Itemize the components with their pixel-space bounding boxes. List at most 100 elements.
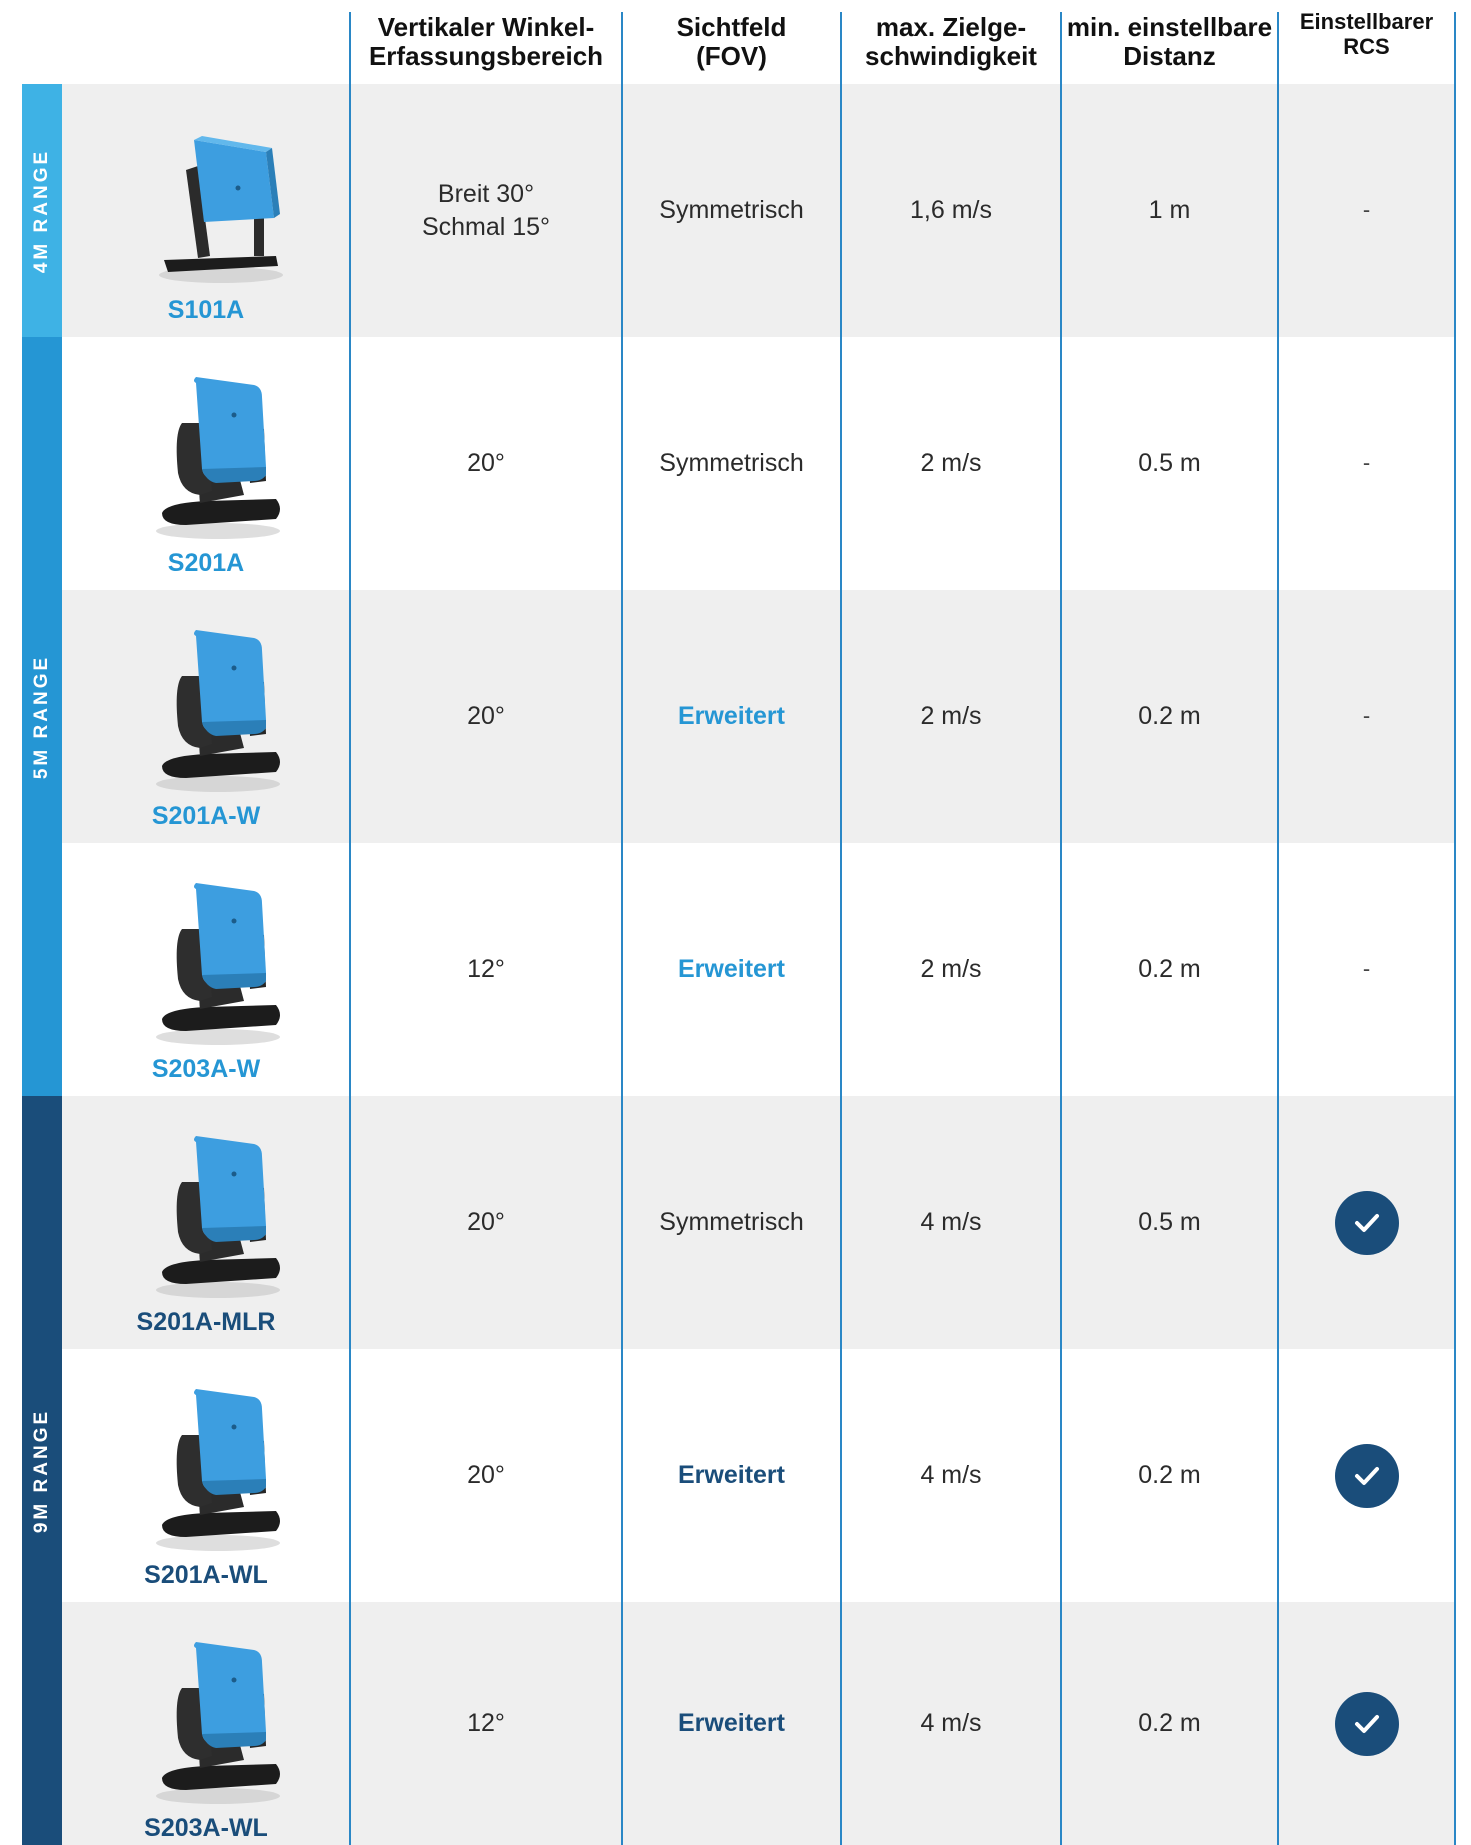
product-cell: S203A-WL	[62, 1602, 350, 1845]
column-divider	[1060, 12, 1062, 1845]
max-speed-cell: 4 m/s	[841, 1602, 1061, 1845]
model-name: S101A	[167, 296, 245, 324]
product-cell: S201A	[62, 337, 350, 590]
max-speed-cell: 4 m/s	[841, 1349, 1061, 1602]
vertical-angle-cell: 20°	[350, 590, 622, 843]
sensor-illustration	[126, 1375, 286, 1555]
rcs-check-icon	[1334, 1691, 1399, 1756]
vertical-angle-value: 20°	[467, 702, 505, 731]
min-distance-value: 0.2 m	[1138, 955, 1201, 984]
vertical-angle-cell: 20°	[350, 337, 622, 590]
vertical-angle-value: 20°	[467, 449, 505, 478]
table-row: S101A Breit 30° Schmal 15° Symmetrisch 1,6 m…	[62, 84, 1455, 337]
fov-cell: Erweitert	[622, 1602, 841, 1845]
sensor-illustration	[126, 1628, 286, 1808]
rcs-check-icon	[1334, 1443, 1399, 1508]
model-name: S201A-W	[151, 802, 261, 830]
min-distance-value: 1 m	[1148, 196, 1191, 225]
sensor-image	[156, 630, 280, 792]
fov-value: Symmetrisch	[659, 196, 804, 225]
range-group-label: 5M RANGE	[31, 654, 53, 779]
column-divider	[349, 12, 351, 1845]
fov-value: Erweitert	[678, 1709, 785, 1738]
sensor-image	[156, 883, 280, 1045]
vertical-angle-cell: Breit 30° Schmal 15°	[350, 84, 622, 337]
vertical-angle-cell: 20°	[350, 1349, 622, 1602]
product-cell: S101A	[62, 84, 350, 337]
fov-cell: Symmetrisch	[622, 84, 841, 337]
rcs-value: -	[1362, 450, 1371, 476]
max-speed-value: 4 m/s	[920, 1208, 982, 1237]
sensor-image	[156, 1389, 280, 1551]
max-speed-value: 2 m/s	[920, 702, 982, 731]
table-row: S201A-MLR 20° Symmetrisch 4 m/s 0.5 m	[62, 1096, 1455, 1349]
product-cell: S201A-WL	[62, 1349, 350, 1602]
max-speed-cell: 2 m/s	[841, 843, 1061, 1096]
header-fov: Sichtfeld (FOV)	[676, 11, 787, 71]
max-speed-cell: 2 m/s	[841, 337, 1061, 590]
model-name: S201A	[167, 549, 245, 577]
rcs-cell	[1278, 1096, 1455, 1349]
sensor-image	[156, 1642, 280, 1804]
sensor-s101a-image	[159, 136, 283, 283]
column-divider	[1454, 12, 1456, 1845]
model-name: S203A-WL	[144, 1814, 268, 1842]
max-speed-value: 1,6 m/s	[910, 196, 992, 225]
rcs-check-icon	[1334, 1190, 1399, 1255]
table-row: S201A 20° Symmetrisch 2 m/s 0.5 m -	[62, 337, 1455, 590]
min-distance-value: 0.2 m	[1138, 1709, 1201, 1738]
header-min-distance: min. einstellbare Distanz	[1066, 11, 1273, 71]
vertical-angle-value: 20°	[467, 1461, 505, 1490]
vertical-angle-value: Breit 30°	[437, 180, 535, 208]
fov-value: Erweitert	[678, 702, 785, 731]
product-cell: S201A-MLR	[62, 1096, 350, 1349]
min-distance-cell: 0.2 m	[1061, 1349, 1278, 1602]
min-distance-value: 0.5 m	[1138, 1208, 1201, 1237]
range-group-band: 4M RANGE	[22, 84, 62, 337]
vertical-angle-value: Schmal 15°	[421, 212, 551, 241]
fov-cell: Symmetrisch	[622, 1096, 841, 1349]
vertical-angle-value: 20°	[467, 1208, 505, 1237]
max-speed-value: 2 m/s	[920, 449, 982, 478]
table-row: S201A-W 20° Erweitert 2 m/s 0.2 m -	[62, 590, 1455, 843]
vertical-angle-cell: 12°	[350, 1602, 622, 1845]
min-distance-cell: 1 m	[1061, 84, 1278, 337]
min-distance-value: 0.2 m	[1138, 1461, 1201, 1490]
vertical-angle-cell: 12°	[350, 843, 622, 1096]
max-speed-cell: 1,6 m/s	[841, 84, 1061, 337]
header-rcs: Einstellbarer RCS	[1299, 9, 1434, 59]
vertical-angle-value: 12°	[467, 955, 505, 984]
max-speed-value: 4 m/s	[920, 1461, 982, 1490]
sensor-image	[156, 377, 280, 539]
range-group-label: 9M RANGE	[31, 1408, 53, 1533]
max-speed-cell: 4 m/s	[841, 1096, 1061, 1349]
vertical-angle-cell: 20°	[350, 1096, 622, 1349]
sensor-illustration	[126, 110, 286, 290]
sensor-illustration	[126, 1122, 286, 1302]
range-group-band: 9M RANGE	[22, 1096, 62, 1845]
sensor-illustration	[126, 616, 286, 796]
header-vertical-angle: Vertikaler Winkel- Erfassungsbereich	[368, 11, 604, 71]
header-max-speed: max. Zielge-schwindigkeit	[865, 11, 1037, 71]
rcs-value: -	[1362, 956, 1371, 982]
sensor-illustration	[126, 363, 286, 543]
min-distance-cell: 0.5 m	[1061, 337, 1278, 590]
max-speed-cell: 2 m/s	[841, 590, 1061, 843]
vertical-angle-value: 12°	[467, 1709, 505, 1738]
fov-value: Erweitert	[678, 955, 785, 984]
rcs-cell	[1278, 1349, 1455, 1602]
model-name: S203A-W	[151, 1055, 261, 1083]
rcs-value: -	[1362, 703, 1371, 729]
range-group-band: 5M RANGE	[22, 337, 62, 1096]
rcs-value: -	[1362, 197, 1371, 223]
model-name: S201A-MLR	[136, 1308, 276, 1336]
min-distance-cell: 0.5 m	[1061, 1096, 1278, 1349]
fov-cell: Erweitert	[622, 590, 841, 843]
rcs-cell: -	[1278, 843, 1455, 1096]
rcs-cell	[1278, 1602, 1455, 1845]
min-distance-value: 0.2 m	[1138, 702, 1201, 731]
fov-cell: Erweitert	[622, 1349, 841, 1602]
fov-value: Symmetrisch	[659, 449, 804, 478]
min-distance-value: 0.5 m	[1138, 449, 1201, 478]
product-cell: S203A-W	[62, 843, 350, 1096]
